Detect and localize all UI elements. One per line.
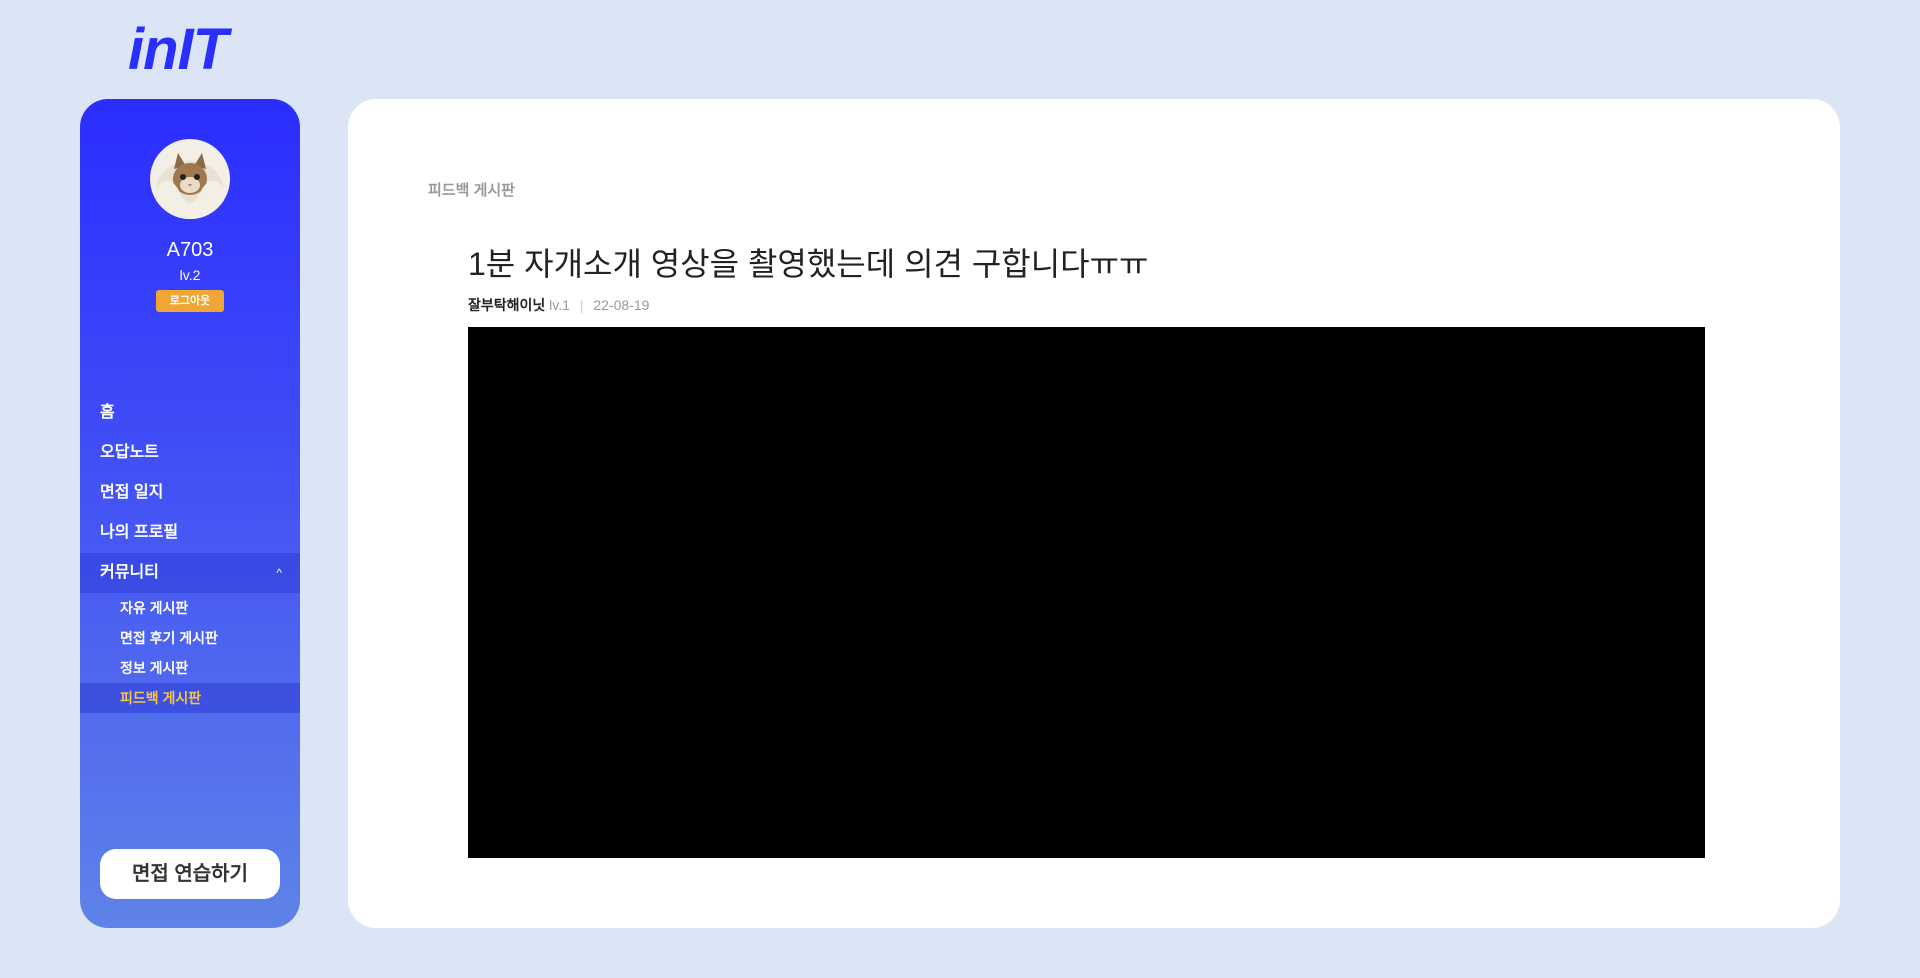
- sidebar-subitem-info-board[interactable]: 정보 게시판: [80, 653, 300, 683]
- sidebar-subitem-review-board[interactable]: 면접 후기 게시판: [80, 623, 300, 653]
- sidebar-item-community[interactable]: 커뮤니티 ^: [80, 553, 300, 593]
- logout-button[interactable]: 로그아웃: [156, 290, 224, 312]
- avatar[interactable]: [150, 139, 230, 219]
- sidebar-item-community-label: 커뮤니티: [100, 564, 159, 581]
- user-level: lv.2: [179, 267, 201, 283]
- user-name: A703: [166, 239, 214, 261]
- post-author-level: lv.1: [549, 297, 570, 313]
- sidebar-subitem-free-board[interactable]: 자유 게시판: [80, 593, 300, 623]
- sidebar: A703 lv.2 로그아웃 홈 오답노트 면접 일지 나의 프로필 커뮤니티 …: [80, 99, 300, 928]
- post-title: 1분 자개소개 영상을 촬영했는데 의견 구합니다ㅠㅠ: [468, 246, 1149, 282]
- post-date: 22-08-19: [593, 297, 650, 313]
- app-logo[interactable]: inIT: [128, 18, 228, 82]
- sidebar-subitem-feedback-board[interactable]: 피드백 게시판: [80, 683, 300, 713]
- sidebar-nav: 홈 오답노트 면접 일지 나의 프로필 커뮤니티 ^ 자유 게시판 면접 후기 …: [80, 393, 300, 713]
- sidebar-item-home[interactable]: 홈: [80, 393, 300, 433]
- main-content: 피드백 게시판 1분 자개소개 영상을 촬영했는데 의견 구합니다ㅠㅠ 잘부탁해…: [348, 99, 1840, 928]
- meta-divider: |: [579, 297, 584, 313]
- breadcrumb[interactable]: 피드백 게시판: [428, 179, 515, 200]
- practice-interview-button[interactable]: 면접 연습하기: [100, 849, 280, 899]
- sidebar-item-journal[interactable]: 면접 일지: [80, 473, 300, 513]
- post-meta: 잘부탁해이닛 lv.1 | 22-08-19: [468, 295, 649, 315]
- post-author[interactable]: 잘부탁해이닛: [468, 297, 545, 313]
- chevron-up-icon[interactable]: ^: [276, 553, 282, 593]
- sidebar-item-notes[interactable]: 오답노트: [80, 433, 300, 473]
- video-player[interactable]: [468, 327, 1705, 858]
- sidebar-item-profile[interactable]: 나의 프로필: [80, 513, 300, 553]
